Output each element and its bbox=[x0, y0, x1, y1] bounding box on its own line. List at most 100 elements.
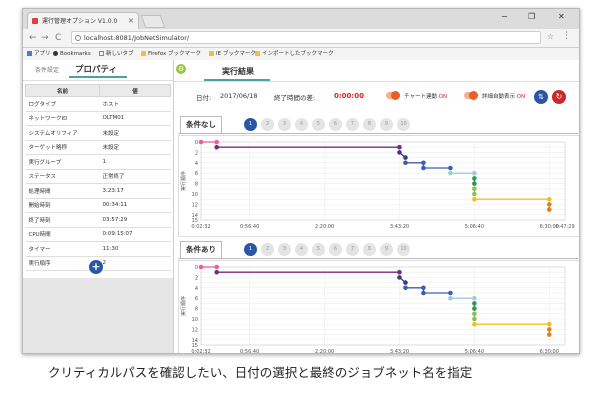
data-point bbox=[472, 176, 477, 181]
tab-property[interactable]: プロパティ bbox=[75, 63, 117, 75]
date-value[interactable]: 2017/06/18 bbox=[220, 92, 257, 100]
browser-menu-icon[interactable]: ⋮ bbox=[562, 31, 571, 41]
info-icon[interactable] bbox=[75, 35, 81, 41]
data-point bbox=[546, 207, 552, 212]
data-point bbox=[472, 170, 477, 176]
bookmark-apps[interactable]: アプリ bbox=[27, 48, 51, 60]
gear-icon[interactable]: ⚙ bbox=[176, 64, 186, 74]
bookmark-newtab[interactable]: 新しいタブ bbox=[99, 48, 134, 60]
forward-button[interactable]: → bbox=[41, 31, 49, 45]
end-diff-label: 終了時間の差: bbox=[274, 94, 316, 102]
detail-auto-state: ON bbox=[516, 94, 526, 100]
page-button-2[interactable]: 2 bbox=[261, 243, 274, 256]
x-tick-label: 3:43:20 bbox=[390, 349, 409, 354]
page-button-5[interactable]: 5 bbox=[312, 243, 325, 256]
page-button-2[interactable]: 2 bbox=[261, 118, 274, 131]
page-button-1[interactable]: 1 bbox=[244, 118, 257, 131]
table-row[interactable]: ターゲット略称 未設定 bbox=[25, 140, 171, 155]
page-button-10[interactable]: 10 bbox=[397, 243, 410, 256]
page-button-5[interactable]: 5 bbox=[312, 118, 325, 131]
refresh-button[interactable]: ↻ bbox=[552, 90, 566, 104]
data-point bbox=[397, 144, 402, 150]
bookmark-firefox[interactable]: Firefox ブックマーク bbox=[141, 48, 201, 60]
x-tick-label: 6:47:29 bbox=[555, 224, 574, 230]
page-button-4[interactable]: 4 bbox=[295, 243, 308, 256]
section-title[interactable]: 条件なし bbox=[180, 116, 222, 133]
page-button-6[interactable]: 6 bbox=[329, 243, 342, 256]
property-value: 00:34:11 bbox=[99, 198, 171, 213]
browser-tab[interactable]: 運行管理オプション V1.0.0 ✕ bbox=[27, 12, 139, 29]
end-diff-value: 0:00:00 bbox=[334, 92, 364, 100]
add-button[interactable]: + bbox=[89, 260, 103, 274]
data-point bbox=[214, 139, 220, 145]
minimize-button[interactable]: − bbox=[501, 12, 508, 21]
right-panel: ⚙ 実行結果 日付: 2017/06/18 終了時間の差: 0:00:00 チャ… bbox=[174, 60, 579, 353]
back-button[interactable]: ← bbox=[29, 31, 37, 45]
tab-condition-settings[interactable]: 条件設定 bbox=[35, 65, 59, 74]
page-button-6[interactable]: 6 bbox=[329, 118, 342, 131]
x-tick-label: 0:02:32 bbox=[191, 349, 210, 354]
property-name: 終了時刻 bbox=[25, 212, 100, 228]
new-tab-button[interactable] bbox=[140, 15, 166, 28]
table-row[interactable]: CPU時間 0:09:15:07 bbox=[25, 227, 171, 242]
page-button-8[interactable]: 8 bbox=[363, 243, 376, 256]
table-row[interactable]: 実行グループ 1 bbox=[25, 154, 171, 170]
bookmark-ie[interactable]: IE ブックマーク bbox=[209, 48, 256, 60]
table-row[interactable]: 処理時間 3:23:17 bbox=[25, 183, 171, 199]
table-row[interactable]: ネットワークID OLTM01 bbox=[25, 111, 171, 126]
table-row[interactable]: 終了時刻 03:57:29 bbox=[25, 212, 171, 228]
data-point bbox=[472, 295, 477, 301]
column-header-name: 名前 bbox=[25, 84, 100, 97]
reload-button[interactable]: C bbox=[55, 31, 61, 45]
property-value: 未設定 bbox=[99, 140, 171, 155]
table-row[interactable]: ログタイプ ホスト bbox=[25, 96, 171, 112]
page-button-8[interactable]: 8 bbox=[363, 118, 376, 131]
data-point bbox=[403, 155, 408, 160]
data-point bbox=[546, 202, 552, 207]
data-point bbox=[546, 327, 552, 332]
table-row[interactable]: 開始時刻 00:34:11 bbox=[25, 198, 171, 213]
tab-execution-result[interactable]: 実行結果 bbox=[222, 66, 254, 77]
property-name: システムオリフィア bbox=[25, 125, 100, 141]
property-name: タイマー bbox=[25, 241, 100, 257]
page-button-9[interactable]: 9 bbox=[380, 243, 393, 256]
page-button-3[interactable]: 3 bbox=[278, 118, 291, 131]
browser-tab-title: 運行管理オプション V1.0.0 bbox=[42, 18, 118, 25]
page-button-3[interactable]: 3 bbox=[278, 243, 291, 256]
page-button-10[interactable]: 10 bbox=[397, 118, 410, 131]
close-tab-icon[interactable]: ✕ bbox=[128, 13, 134, 29]
page-button-7[interactable]: 7 bbox=[346, 118, 359, 131]
table-row[interactable]: タイマー 11:30 bbox=[25, 241, 171, 257]
bookmark-imported[interactable]: インポートしたブックマーク bbox=[255, 48, 334, 60]
section-title[interactable]: 条件あり bbox=[180, 241, 222, 258]
caption: クリティカルパスを確認したい、日付の選択と最終のジョブネット名を指定 bbox=[48, 365, 473, 380]
property-name: ログタイプ bbox=[25, 96, 100, 112]
table-row[interactable]: システムオリフィア 未設定 bbox=[25, 125, 171, 141]
maximize-button[interactable]: ❐ bbox=[528, 12, 535, 21]
url-input[interactable]: localhost:8081/JobNetSimulator/ bbox=[71, 31, 541, 44]
property-name: CPU時間 bbox=[25, 227, 100, 242]
data-point bbox=[214, 269, 220, 275]
x-tick-label: 5:06:40 bbox=[465, 224, 484, 230]
page-button-7[interactable]: 7 bbox=[346, 243, 359, 256]
property-value: 正常終了 bbox=[99, 169, 171, 184]
data-point bbox=[546, 321, 552, 327]
sort-button[interactable]: ⇅ bbox=[534, 90, 548, 104]
page-button-1[interactable]: 1 bbox=[244, 243, 257, 256]
data-point bbox=[472, 181, 477, 186]
folder-icon bbox=[255, 51, 260, 56]
x-tick-label: 3:43:20 bbox=[390, 224, 409, 230]
chart-sync-toggle[interactable] bbox=[386, 91, 400, 100]
close-window-button[interactable]: ✕ bbox=[558, 12, 565, 21]
page-button-9[interactable]: 9 bbox=[380, 118, 393, 131]
bookmark-star-icon[interactable]: ☆ bbox=[547, 32, 554, 41]
property-value: 11:30 bbox=[99, 241, 171, 257]
plot-area bbox=[200, 266, 566, 346]
data-point bbox=[214, 264, 220, 270]
line-chart: 02468101214150:02:32 0:56:40 2:20:00 3:43:2… bbox=[180, 139, 575, 230]
detail-auto-toggle[interactable] bbox=[464, 91, 478, 100]
page-button-4[interactable]: 4 bbox=[295, 118, 308, 131]
table-row[interactable]: ステータス 正常終了 bbox=[25, 169, 171, 184]
y-tick-label: 10 bbox=[192, 192, 198, 198]
bookmark-bookmarks[interactable]: Bookmarks bbox=[53, 48, 91, 60]
